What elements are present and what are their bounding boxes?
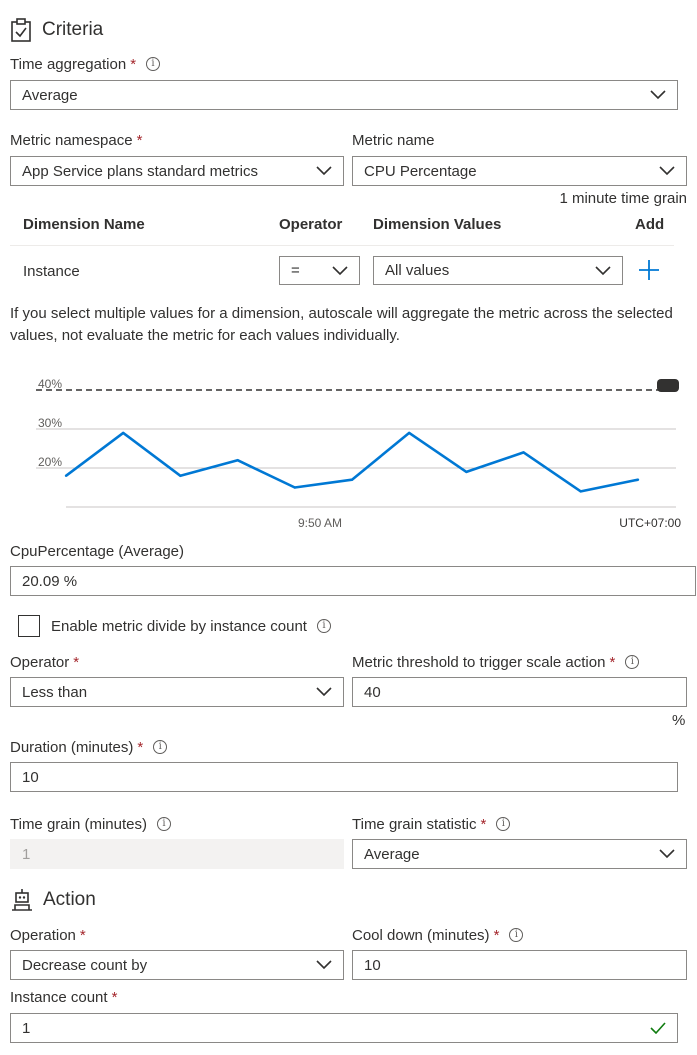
time-grain-note: 1 minute time grain (559, 190, 687, 207)
dimension-name-header: Dimension Name (23, 216, 145, 233)
time-grain-statistic-dropdown[interactable]: Average (352, 839, 687, 869)
data-point (522, 451, 525, 454)
cool-down-label: Cool down (minutes) * i (352, 925, 524, 945)
info-icon[interactable]: i (509, 928, 524, 942)
chevron-down-icon (332, 265, 348, 275)
criteria-header: Criteria (10, 16, 103, 44)
action-title: Action (43, 889, 96, 910)
chevron-down-icon (650, 90, 666, 100)
required-marker: * (137, 738, 144, 756)
x-tick-label: 9:50 AM (298, 516, 342, 530)
required-marker: * (79, 926, 86, 944)
info-icon[interactable]: i (146, 57, 161, 71)
action-header: Action (10, 886, 96, 914)
chevron-down-icon (316, 960, 332, 970)
threshold-label: Metric threshold to trigger scale action… (352, 652, 640, 672)
data-point (465, 470, 468, 474)
info-icon[interactable]: i (156, 817, 171, 831)
chevron-down-icon (316, 687, 332, 697)
dimension-operator-dropdown[interactable]: = (279, 256, 360, 285)
series-line (65, 431, 639, 493)
info-icon[interactable]: i (625, 655, 640, 669)
time-grain-input: 1 (10, 839, 344, 869)
dimension-values-dropdown[interactable]: All values (373, 256, 623, 285)
robot-icon (12, 889, 32, 911)
y-tick-label: 20% (38, 455, 62, 469)
clipboard-check-icon (11, 18, 31, 42)
time-aggregation-label: Time aggregation * i (10, 54, 161, 74)
chevron-down-icon (659, 166, 675, 176)
operator-dropdown[interactable]: Less than (10, 677, 344, 707)
info-icon[interactable]: i (153, 740, 168, 754)
threshold-handle[interactable] (657, 379, 679, 392)
info-icon[interactable]: i (316, 619, 331, 633)
data-point (350, 478, 354, 481)
data-point (408, 431, 411, 435)
add-header: Add (635, 216, 665, 233)
operator-label: Operator * (10, 653, 80, 671)
data-point (64, 474, 68, 477)
operation-dropdown[interactable]: Decrease count by (10, 950, 344, 980)
data-point (236, 459, 239, 462)
operation-label: Operation * (10, 926, 86, 944)
metric-value-label: CpuPercentage (Average) (10, 542, 184, 560)
required-marker: * (493, 926, 500, 944)
duration-label: Duration (minutes) * i (10, 737, 168, 757)
info-icon[interactable]: i (496, 817, 511, 831)
y-tick-label: 40% (38, 377, 62, 391)
chevron-down-icon (595, 265, 611, 275)
divide-by-instance-checkbox[interactable] (18, 615, 40, 637)
criteria-title: Criteria (42, 19, 104, 40)
threshold-input[interactable]: 40 (352, 677, 687, 707)
data-point (122, 431, 125, 435)
chevron-down-icon (659, 849, 675, 859)
data-point (636, 478, 640, 481)
instance-count-input[interactable]: 1 (10, 1013, 678, 1043)
metric-chart-svg: 40% 30% 20% 9:50 AM UTC+07:00 (36, 377, 681, 530)
add-icon[interactable] (638, 259, 660, 281)
required-marker: * (111, 988, 118, 1006)
time-grain-statistic-label: Time grain statistic * i (352, 814, 511, 834)
cool-down-input[interactable]: 10 (352, 950, 687, 980)
dimension-info-text: If you select multiple values for a dime… (10, 305, 673, 344)
data-point (579, 490, 582, 493)
duration-input[interactable]: 10 (10, 762, 678, 792)
metric-name-label: Metric name (352, 131, 435, 149)
timezone-label: UTC+07:00 (619, 516, 681, 530)
required-marker: * (480, 815, 487, 833)
required-marker: * (73, 653, 80, 671)
y-tick-label: 30% (38, 416, 62, 430)
instance-count-label: Instance count * (10, 988, 118, 1006)
data-point (293, 486, 296, 489)
metric-chart: 40% 30% 20% 9:50 AM UTC+07:00 (10, 360, 690, 535)
required-marker: * (136, 131, 143, 149)
required-marker: * (609, 653, 616, 671)
dimension-values-header: Dimension Values (373, 216, 502, 233)
metric-value-field: 20.09 % (10, 566, 696, 596)
time-grain-label: Time grain (minutes) i (10, 814, 171, 834)
time-aggregation-dropdown[interactable]: Average (10, 80, 678, 110)
chevron-down-icon (316, 166, 332, 176)
table-divider (10, 245, 674, 246)
data-point (179, 474, 182, 477)
checkmark-icon (650, 1022, 666, 1034)
dimension-name-cell: Instance (23, 263, 80, 280)
metric-namespace-dropdown[interactable]: App Service plans standard metrics (10, 156, 344, 186)
required-marker: * (130, 55, 137, 73)
operator-header: Operator (279, 216, 343, 233)
divide-by-instance-row: Enable metric divide by instance count i (18, 614, 331, 638)
metric-namespace-label: Metric namespace * (10, 131, 143, 149)
metric-name-dropdown[interactable]: CPU Percentage (352, 156, 687, 186)
threshold-unit: % (672, 712, 686, 729)
